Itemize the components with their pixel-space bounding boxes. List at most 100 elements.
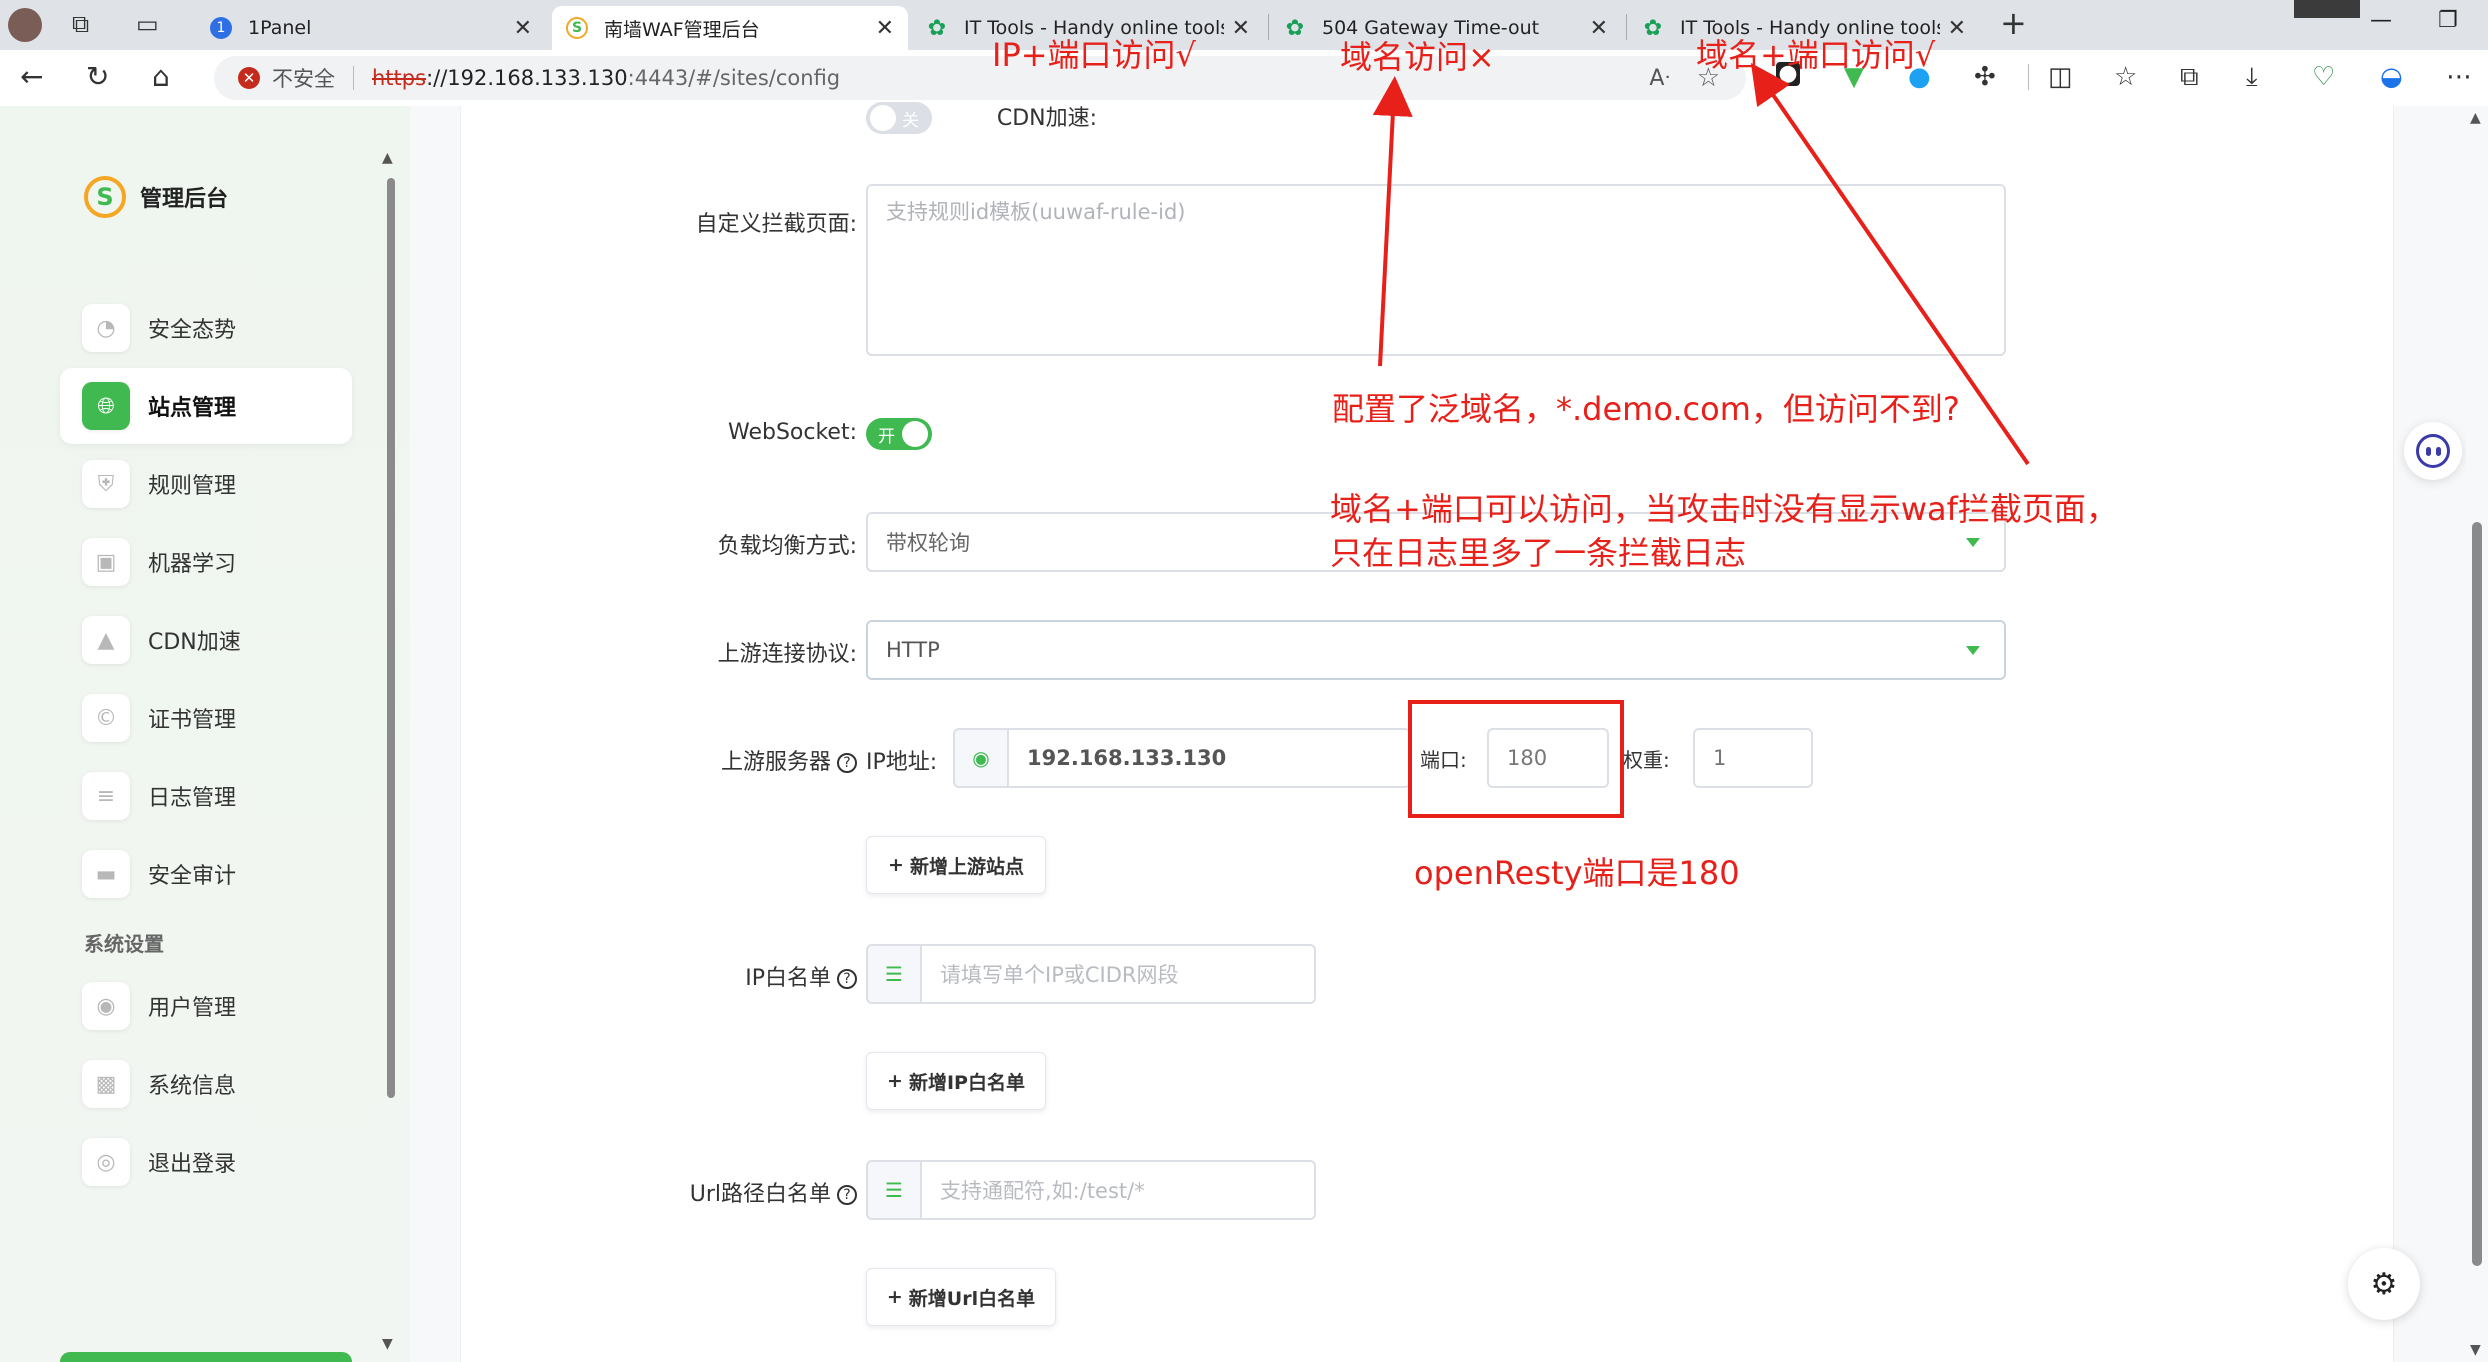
proto-label: 上游连接协议: <box>717 642 857 667</box>
tab-separator <box>1268 14 1269 40</box>
tab-actions-icon[interactable]: ⧉ <box>72 10 89 38</box>
lb-label: 负载均衡方式: <box>717 534 857 559</box>
add-ip-whitelist-button[interactable]: + 新增IP白名单 <box>866 1052 1046 1110</box>
scroll-thumb[interactable] <box>387 178 395 1098</box>
scroll-up-icon[interactable]: ▲ <box>382 150 393 166</box>
extensions-puzzle-icon[interactable]: ✣ <box>1974 62 1996 92</box>
url-whitelist-input[interactable]: 支持通配符,如:/test/* <box>920 1160 1316 1220</box>
favorites-icon[interactable]: ☆ <box>2114 62 2137 92</box>
sidebar-item-logs[interactable]: ≡ 日志管理 <box>60 758 352 834</box>
sidebar-item-label: 退出登录 <box>148 1152 237 1177</box>
insecure-icon[interactable]: ✕ <box>238 67 260 89</box>
sidebar-item-audit[interactable]: ▬ 安全审计 <box>60 836 352 912</box>
scroll-down-icon[interactable]: ▼ <box>2470 1342 2481 1358</box>
browser-essentials-icon[interactable]: ♡ <box>2312 62 2335 92</box>
ip-whitelist-label: IP白名单? <box>461 960 857 992</box>
content-scrollbar[interactable]: ▲ ▼ <box>2466 106 2486 1362</box>
tab-separator <box>1626 14 1627 40</box>
new-tab-button[interactable]: + <box>2000 4 2027 42</box>
lb-value: 带权轮询 <box>886 531 970 555</box>
url-whitelist-label-text: Url路径白名单 <box>689 1182 831 1207</box>
monitor-icon: ▬ <box>82 850 130 898</box>
read-aloud-icon[interactable]: Aᐧ <box>1649 66 1670 91</box>
brand-name: 管理后台 <box>140 187 229 212</box>
sidebar-item-users[interactable]: ◉ 用户管理 <box>60 968 352 1044</box>
proto-value: HTTP <box>886 638 940 662</box>
home-icon[interactable]: ⌂ <box>152 60 170 93</box>
sidebar-item-certificates[interactable]: © 证书管理 <box>60 680 352 756</box>
profile-avatar[interactable] <box>8 8 42 42</box>
add-upstream-button[interactable]: + 新增上游站点 <box>866 836 1046 894</box>
sidebar-scrollbar[interactable]: ▲ ▼ <box>382 146 396 1356</box>
weight-input[interactable]: 1 <box>1693 728 1813 788</box>
scroll-thumb[interactable] <box>2472 522 2482 1266</box>
back-icon[interactable]: ← <box>20 60 43 93</box>
annotation-port-highlight-box <box>1408 700 1624 818</box>
annotation-openresty-note: openResty端口是180 <box>1414 854 1740 892</box>
tab-nanqiang-waf[interactable]: S 南墙WAF管理后台 ✕ <box>552 6 908 50</box>
minimize-icon[interactable]: — <box>2370 8 2392 33</box>
add-upstream-label: 新增上游站点 <box>909 855 1024 878</box>
cdn-toggle[interactable]: 关 <box>866 102 932 134</box>
brand-logo-icon: S <box>84 176 126 218</box>
sidebar-bottom-button[interactable] <box>60 1352 352 1362</box>
help-icon[interactable]: ? <box>837 969 857 989</box>
close-tab-icon[interactable]: ✕ <box>876 16 894 41</box>
settings-gear-button[interactable]: ⚙ <box>2348 1248 2420 1320</box>
chevron-down-icon <box>1966 538 1980 547</box>
shield-icon: ⛨ <box>82 460 130 508</box>
close-tab-icon[interactable]: ✕ <box>514 16 532 41</box>
sidebar-item-label: 用户管理 <box>148 996 237 1021</box>
scroll-up-icon[interactable]: ▲ <box>2470 110 2481 126</box>
window-thumbnail <box>2294 0 2360 18</box>
vertical-tabs-icon[interactable]: ▭ <box>136 10 159 38</box>
chevron-down-icon <box>1966 646 1980 655</box>
assistant-bot-button[interactable] <box>2404 422 2462 480</box>
ip-whitelist-input[interactable]: 请填写单个IP或CIDR网段 <box>920 944 1316 1004</box>
upstream-label: 上游服务器? <box>461 744 857 776</box>
proto-select[interactable]: HTTP <box>866 620 2006 680</box>
bot-eye <box>2425 446 2431 456</box>
close-tab-icon[interactable]: ✕ <box>1232 16 1250 41</box>
help-icon[interactable]: ? <box>837 1185 857 1205</box>
annotation-waf-note-line2: 只在日志里多了一条拦截日志 <box>1330 534 1747 572</box>
chip-icon: ▩ <box>82 1060 130 1108</box>
ip-input[interactable]: 192.168.133.130 <box>1007 728 1411 788</box>
close-tab-icon[interactable]: ✕ <box>1590 16 1608 41</box>
nanqiang-waf-icon: S <box>566 17 588 39</box>
sidebar-item-system-info[interactable]: ▩ 系统信息 <box>60 1046 352 1122</box>
sidebar-item-sites[interactable]: 🌐︎ 站点管理 <box>60 368 352 444</box>
sidebar-item-label: CDN加速 <box>148 630 241 655</box>
websocket-label: WebSocket: <box>727 420 857 445</box>
sidebar-item-dashboard[interactable]: ◔ 安全态势 <box>60 290 352 366</box>
split-screen-icon[interactable]: ◫ <box>2048 62 2073 92</box>
sidebar-item-ml[interactable]: ▣ 机器学习 <box>60 524 352 600</box>
security-label[interactable]: 不安全 <box>272 63 335 93</box>
collections-icon[interactable]: ⧉ <box>2180 62 2199 93</box>
sidebar-item-label: 机器学习 <box>148 552 237 577</box>
sidebar-item-rules[interactable]: ⛨ 规则管理 <box>60 446 352 522</box>
refresh-icon[interactable]: ↻ <box>86 60 109 93</box>
plus-icon: + <box>888 854 904 876</box>
sidebar-item-cdn[interactable]: ▲ CDN加速 <box>60 602 352 678</box>
close-tab-icon[interactable]: ✕ <box>1948 16 1966 41</box>
downloads-icon[interactable]: ⤓ <box>2246 62 2258 93</box>
address-bar[interactable]: ✕ 不安全 https ://192.168.133.130 :4443/#/s… <box>214 56 1746 100</box>
browser-toolbar: ← ↻ ⌂ ✕ 不安全 https ://192.168.133.130 :44… <box>0 50 2488 106</box>
url-path: :4443/#/sites/config <box>627 66 841 90</box>
add-url-whitelist-button[interactable]: + 新增Url白名单 <box>866 1268 1056 1326</box>
edge-copilot-icon[interactable]: ◒ <box>2380 62 2403 92</box>
sidebar-item-label: 安全审计 <box>148 864 237 889</box>
restore-icon[interactable]: ❐ <box>2438 8 2458 33</box>
websocket-toggle[interactable]: 开 <box>866 418 932 450</box>
sidebar-item-label: 安全态势 <box>148 318 237 343</box>
sidebar-item-label: 规则管理 <box>148 474 237 499</box>
sidebar-item-logout[interactable]: ◎ 退出登录 <box>60 1124 352 1200</box>
more-menu-icon[interactable]: ⋯ <box>2446 62 2472 92</box>
rocket-icon: ▲ <box>82 616 130 664</box>
sidebar: S 管理后台 ◔ 安全态势 🌐︎ 站点管理 ⛨ 规则管理 ▣ 机器学习 ▲ CD… <box>0 106 410 1362</box>
help-icon[interactable]: ? <box>837 753 857 773</box>
custom-block-textarea[interactable]: 支持规则id模板(uuwaf-rule-id) <box>866 184 2006 356</box>
tab-1panel[interactable]: 1 1Panel ✕ <box>196 6 546 50</box>
scroll-down-icon[interactable]: ▼ <box>382 1336 393 1352</box>
